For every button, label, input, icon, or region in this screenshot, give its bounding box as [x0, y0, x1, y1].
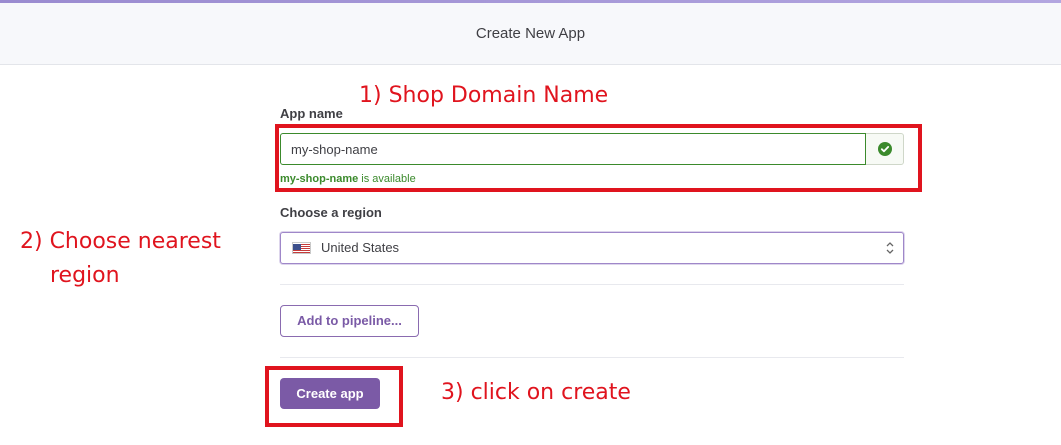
annotation-step3-box: [265, 366, 403, 427]
page-header: Create New App: [0, 3, 1061, 65]
annotation-step1-text: 1) Shop Domain Name: [359, 83, 609, 108]
page-title: Create New App: [475, 25, 586, 42]
annotation-step1-box: [275, 124, 922, 192]
annotation-step3-text: 3) click on create: [441, 380, 631, 405]
section-divider: [280, 357, 904, 358]
region-label: Choose a region: [280, 205, 382, 220]
region-selected-value: United States: [321, 240, 400, 255]
us-flag-icon: [292, 242, 311, 254]
section-divider: [280, 284, 904, 285]
app-name-label: App name: [280, 106, 343, 121]
add-to-pipeline-button[interactable]: Add to pipeline...: [280, 305, 419, 337]
annotation-step2-line1: 2) Choose nearest: [20, 229, 221, 254]
select-arrows-icon: [886, 242, 894, 254]
region-select[interactable]: United States: [280, 232, 904, 264]
annotation-step2-line2: region: [50, 263, 120, 288]
